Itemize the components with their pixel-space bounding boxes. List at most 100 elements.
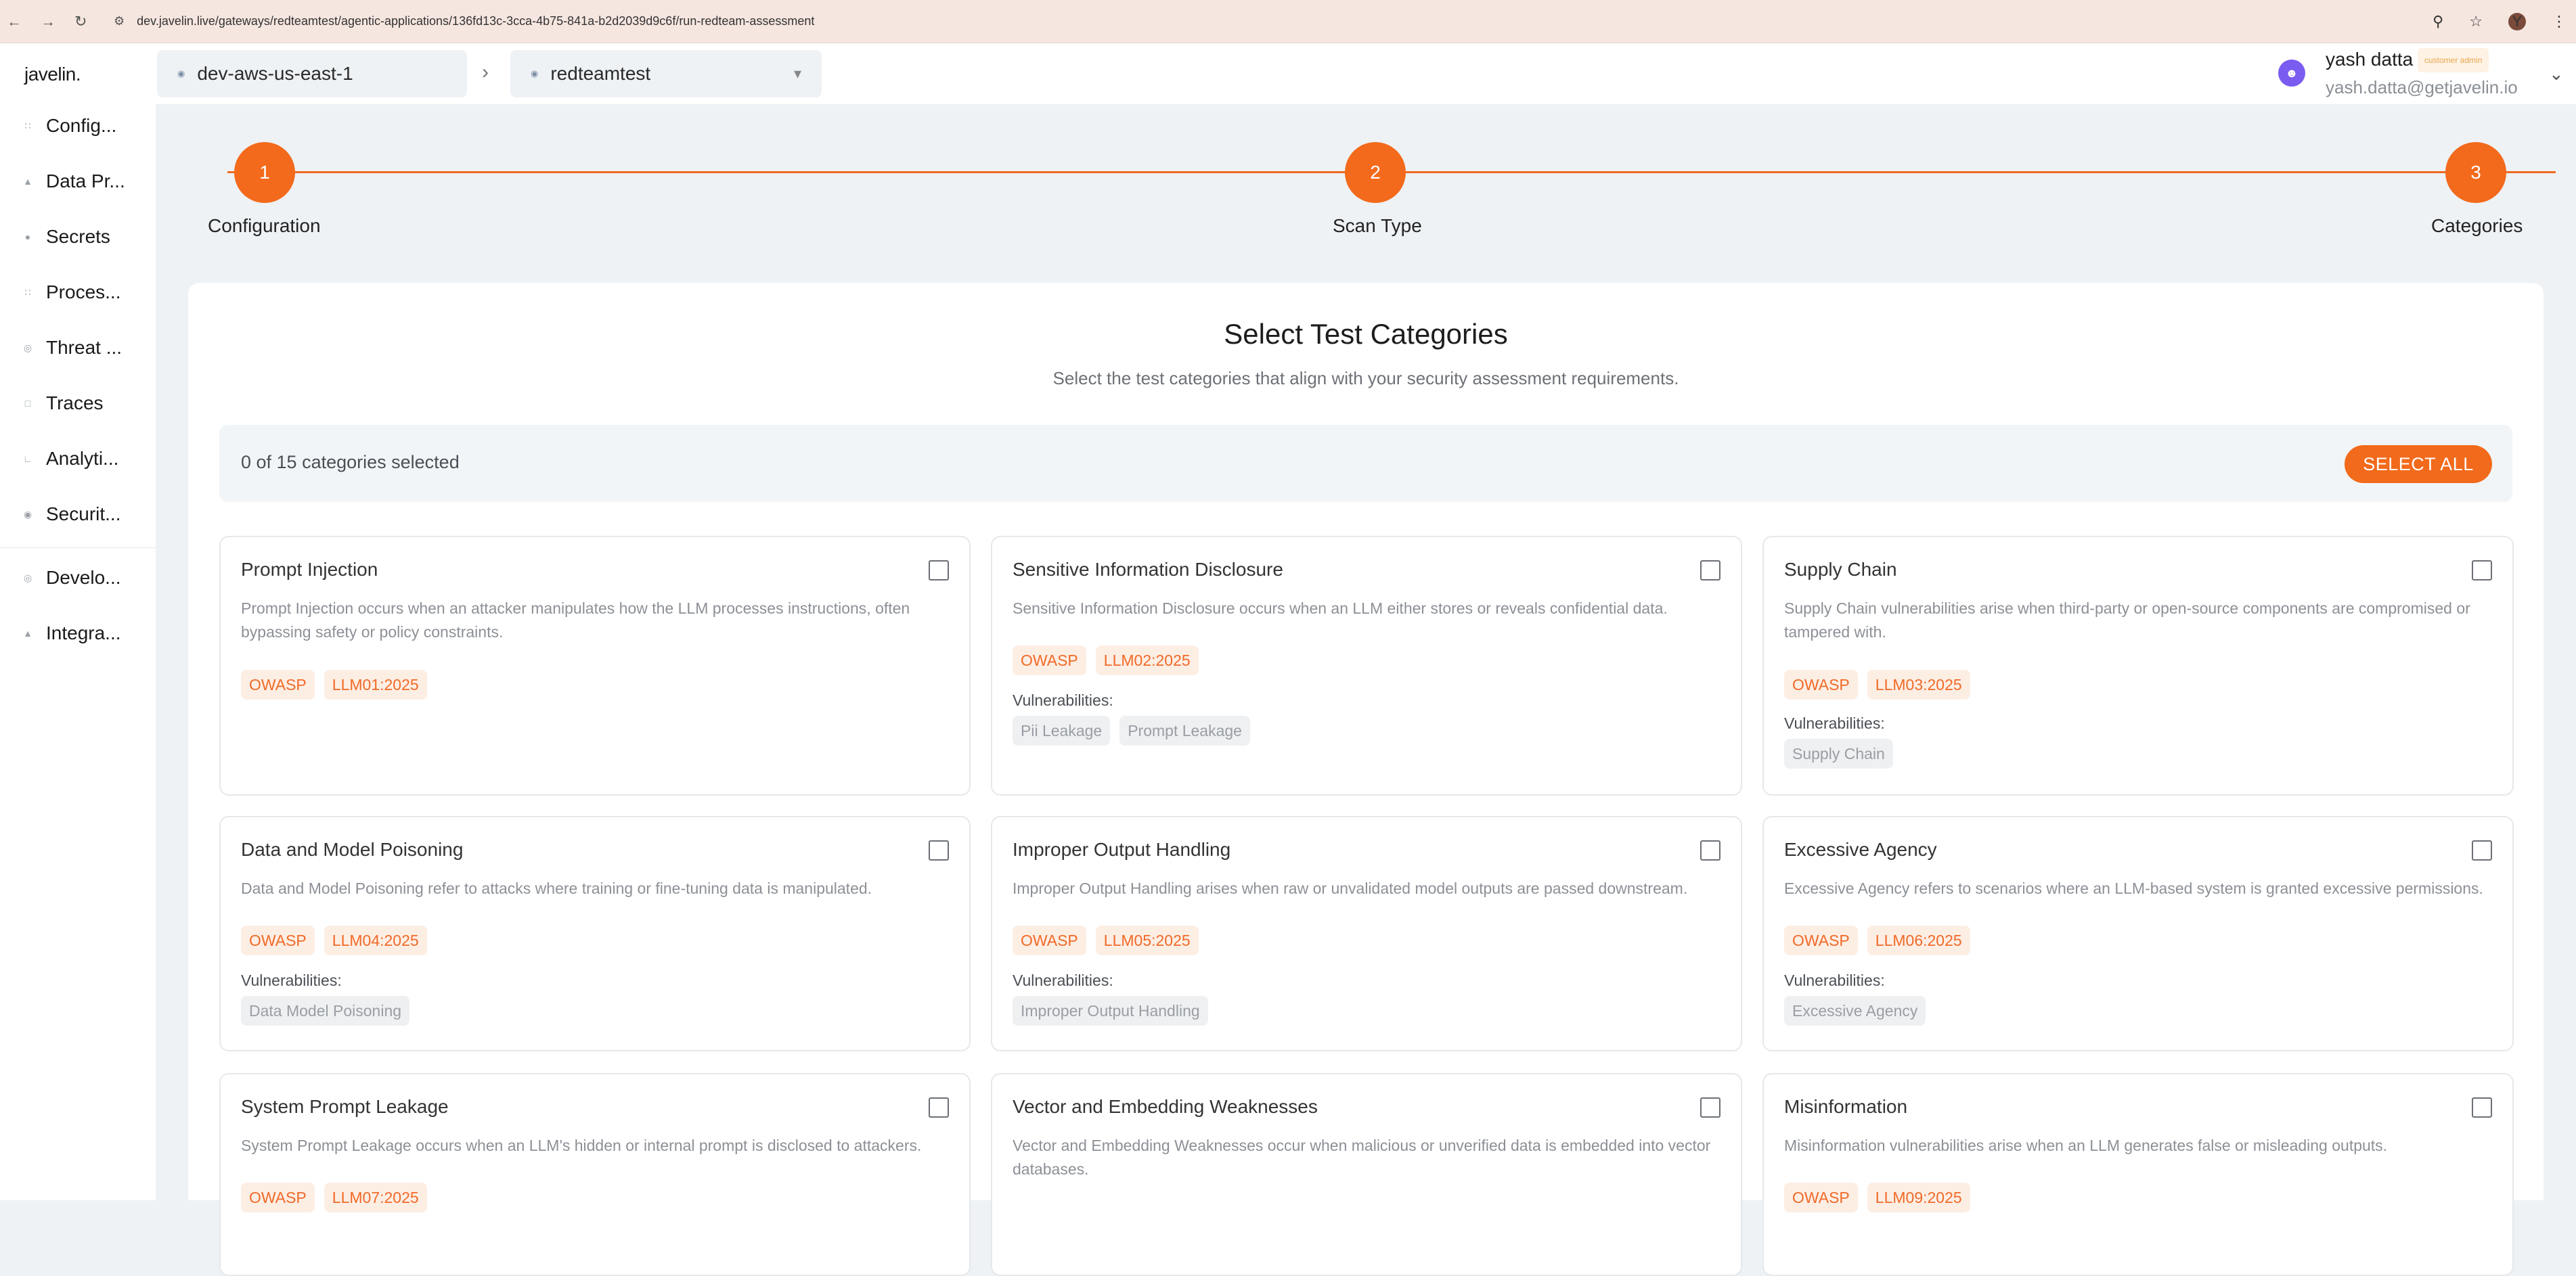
category-card-excessive-agency[interactable]: Excessive Agency Excessive Agency refers…: [1762, 816, 2514, 1051]
card-tags: OWASP LLM02:2025: [1013, 645, 1199, 675]
card-description: System Prompt Leakage occurs when an LLM…: [241, 1137, 922, 1154]
project-selector[interactable]: ◉ redteamtest ▾: [510, 50, 822, 97]
card-description: Sensitive Information Disclosure occurs …: [1013, 599, 1668, 617]
lock-icon: ◉: [23, 508, 32, 520]
card-checkbox[interactable]: [2472, 560, 2492, 580]
top-bar: ◉ dev-aws-us-east-1 › ◉ redteamtest ▾ ☻ …: [156, 43, 2576, 104]
sidebar-item-label: Traces: [46, 392, 104, 413]
vulnerabilities-label: Vulnerabilities:: [1784, 972, 1885, 989]
tag-owasp: OWASP: [1784, 670, 1858, 700]
sidebar-item-integrations[interactable]: ▲ Integra...: [23, 620, 120, 647]
vulnerability-list: Improper Output Handling: [1013, 996, 1208, 1026]
dropdown-caret-icon: ▾: [793, 65, 801, 82]
category-card-misinformation[interactable]: Misinformation Misinformation vulnerabil…: [1762, 1073, 2514, 1276]
tag-llm-id: LLM09:2025: [1867, 1183, 1970, 1212]
sidebar-item-secrets[interactable]: ● Secrets: [23, 223, 110, 250]
card-tags: OWASP LLM03:2025: [1784, 670, 1970, 700]
tag-owasp: OWASP: [1784, 1183, 1858, 1212]
browser-profile-avatar[interactable]: Y: [2508, 12, 2526, 30]
card-checkbox[interactable]: [1700, 840, 1720, 861]
card-checkbox[interactable]: [1700, 560, 1720, 580]
vulnerability-chip: Prompt Leakage: [1119, 716, 1250, 746]
sidebar-item-label: Securit...: [46, 503, 121, 524]
page-title: Select Test Categories: [1224, 318, 1508, 350]
vulnerability-chip: Improper Output Handling: [1013, 996, 1208, 1026]
target-icon: ◎: [23, 342, 32, 353]
category-card-improper-output-handling[interactable]: Improper Output Handling Improper Output…: [991, 816, 1742, 1051]
tag-llm-id: LLM06:2025: [1867, 926, 1970, 955]
chevron-down-icon[interactable]: ⌄: [2549, 64, 2564, 85]
zoom-icon[interactable]: ⚲: [2433, 13, 2443, 30]
user-menu[interactable]: ☻ yash datta customer admin yash.datta@g…: [2278, 43, 2576, 104]
user-name: yash datta: [2326, 49, 2414, 70]
step-3-label: Categories: [2431, 215, 2523, 236]
card-title: Misinformation: [1784, 1096, 1908, 1117]
reload-icon[interactable]: ↻: [74, 13, 87, 30]
forward-icon[interactable]: →: [41, 13, 55, 30]
card-description: Misinformation vulnerabilities arise whe…: [1784, 1137, 2388, 1154]
card-checkbox[interactable]: [2472, 840, 2492, 861]
card-title: Prompt Injection: [241, 559, 378, 580]
category-card-prompt-injection[interactable]: Prompt Injection Prompt Injection occurs…: [219, 536, 971, 796]
category-card-vector-embedding-weaknesses[interactable]: Vector and Embedding Weaknesses Vector a…: [991, 1073, 1742, 1276]
sidebar-item-traces[interactable]: □ Traces: [23, 390, 104, 417]
vulnerability-chip: Excessive Agency: [1784, 996, 1926, 1026]
sidebar-item-security[interactable]: ◉ Securit...: [23, 501, 121, 528]
bookmark-star-icon[interactable]: ☆: [2469, 13, 2483, 30]
browser-tools: ⚲ ☆ Y ⋮: [2433, 12, 2576, 30]
card-description: Prompt Injection occurs when an attacker…: [241, 599, 910, 641]
sidebar-item-analytics[interactable]: ∟ Analyti...: [23, 445, 118, 472]
card-description: Improper Output Handling arises when raw…: [1013, 880, 1688, 897]
progress-stepper: 1 Configuration 2 Scan Type 3 Categories: [156, 104, 2576, 267]
back-icon[interactable]: ←: [7, 13, 22, 30]
card-description: Vector and Embedding Weaknesses occur wh…: [1013, 1137, 1711, 1178]
tag-llm-id: LLM01:2025: [324, 670, 427, 700]
sidebar-item-label: Develo...: [46, 567, 121, 588]
gateway-selector[interactable]: ◉ dev-aws-us-east-1: [157, 50, 467, 97]
grid-icon: ∷: [24, 120, 31, 131]
shield-icon: ▲: [23, 176, 32, 187]
sidebar-item-processors[interactable]: ∷ Proces...: [23, 279, 121, 306]
vulnerabilities-label: Vulnerabilities:: [241, 972, 342, 989]
address-bar[interactable]: ⚙ dev.javelin.live/gateways/redteamtest/…: [108, 5, 2433, 38]
category-card-system-prompt-leakage[interactable]: System Prompt Leakage System Prompt Leak…: [219, 1073, 971, 1276]
card-checkbox[interactable]: [929, 840, 949, 861]
sidebar-item-threat[interactable]: ◎ Threat ...: [23, 334, 122, 361]
site-info-icon[interactable]: ⚙: [114, 14, 125, 28]
sidebar-item-label: Secrets: [46, 226, 110, 247]
user-avatar-icon: ☻: [2278, 60, 2305, 87]
selection-bar: 0 of 15 categories selected SELECT ALL: [219, 425, 2512, 502]
vulnerability-list: Pii Leakage Prompt Leakage: [1013, 716, 1250, 746]
category-card-sensitive-information-disclosure[interactable]: Sensitive Information Disclosure Sensiti…: [991, 536, 1742, 796]
category-card-supply-chain[interactable]: Supply Chain Supply Chain vulnerabilitie…: [1762, 536, 2514, 796]
vulnerability-list: Excessive Agency: [1784, 996, 1926, 1026]
tag-owasp: OWASP: [241, 1183, 315, 1212]
card-checkbox[interactable]: [929, 1097, 949, 1118]
trace-icon: □: [24, 398, 31, 409]
app-logo[interactable]: javelin.: [24, 64, 81, 85]
card-checkbox[interactable]: [1700, 1097, 1720, 1118]
card-title: System Prompt Leakage: [241, 1096, 449, 1117]
card-checkbox[interactable]: [929, 560, 949, 580]
tag-owasp: OWASP: [241, 926, 315, 955]
sidebar-item-data-protection[interactable]: ▲ Data Pr...: [23, 168, 125, 195]
card-tags: OWASP LLM07:2025: [241, 1183, 427, 1212]
sidebar-item-label: Threat ...: [46, 337, 123, 358]
browser-toolbar: ← → ↻ ⚙ dev.javelin.live/gateways/redtea…: [0, 0, 2576, 43]
card-checkbox[interactable]: [2472, 1097, 2492, 1118]
sidebar-item-label: Analyti...: [46, 448, 119, 469]
card-title: Sensitive Information Disclosure: [1013, 559, 1283, 580]
card-description: Excessive Agency refers to scenarios whe…: [1784, 880, 2483, 897]
key-icon: ●: [24, 231, 31, 242]
select-all-button[interactable]: SELECT ALL: [2345, 445, 2492, 483]
browser-menu-icon[interactable]: ⋮: [2552, 13, 2567, 30]
url-text[interactable]: dev.javelin.live/gateways/redteamtest/ag…: [137, 14, 814, 28]
category-card-data-model-poisoning[interactable]: Data and Model Poisoning Data and Model …: [219, 816, 971, 1051]
sidebar-item-label: Config...: [46, 115, 117, 136]
tag-llm-id: LLM02:2025: [1095, 645, 1199, 675]
sidebar-item-configuration[interactable]: ∷ Config...: [23, 112, 117, 139]
card-title: Excessive Agency: [1784, 839, 1937, 860]
step-1-label: Configuration: [208, 215, 321, 236]
vulnerabilities-label: Vulnerabilities:: [1784, 714, 1885, 732]
sidebar-item-developer[interactable]: ◎ Develo...: [23, 564, 121, 591]
